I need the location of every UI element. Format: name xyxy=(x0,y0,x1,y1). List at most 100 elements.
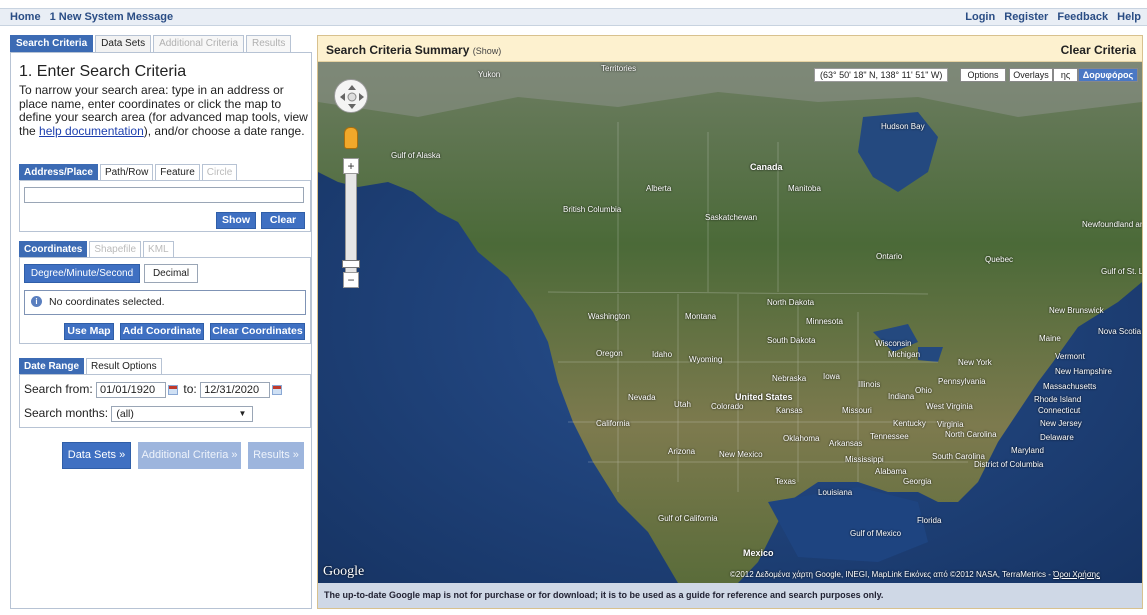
coordinates-message: i No coordinates selected. xyxy=(24,290,306,315)
map-label-south-dakota: South Dakota xyxy=(767,336,816,345)
show-button[interactable]: Show xyxy=(216,212,256,229)
map-label-gulf-of-alaska: Gulf of Alaska xyxy=(391,151,441,160)
satellite-map-image xyxy=(318,62,1142,583)
tab-date-range[interactable]: Date Range xyxy=(19,358,85,374)
map-label-alabama: Alabama xyxy=(875,467,907,476)
feedback-link[interactable]: Feedback xyxy=(1057,11,1108,23)
map-label-dc: District of Columbia xyxy=(974,460,1044,469)
date-from-input[interactable]: 01/01/1920 xyxy=(96,382,167,398)
search-from-label: Search from: xyxy=(24,382,93,397)
info-icon: i xyxy=(31,295,42,307)
map-options-button[interactable]: Options xyxy=(960,68,1006,82)
pan-control[interactable] xyxy=(334,79,368,113)
map-label-colorado: Colorado xyxy=(711,402,744,411)
street-view-pegman-icon[interactable] xyxy=(344,127,358,149)
tab-result-options[interactable]: Result Options xyxy=(86,358,162,374)
map-type-map-button[interactable]: ης xyxy=(1053,68,1078,82)
map-label-united-states: United States xyxy=(735,392,793,402)
tab-data-sets[interactable]: Data Sets xyxy=(95,35,152,52)
degree-minute-second-toggle[interactable]: Degree/Minute/Second xyxy=(24,264,140,283)
tab-address-place[interactable]: Address/Place xyxy=(19,164,98,180)
map-label-gulf-of-california: Gulf of California xyxy=(658,514,718,523)
map-type-satellite-button[interactable]: Δορυφόρος xyxy=(1078,68,1138,82)
address-tabs: Address/Place Path/Row Feature Circle xyxy=(19,164,238,180)
show-summary-link[interactable]: (Show) xyxy=(473,46,502,56)
map-label-canada: Canada xyxy=(750,162,783,172)
register-link[interactable]: Register xyxy=(1004,11,1048,23)
clear-criteria-link[interactable]: Clear Criteria xyxy=(1061,43,1136,57)
date-to-label: to: xyxy=(183,382,197,397)
home-link[interactable]: Home xyxy=(10,11,41,23)
map-label-gulf-of-mexico: Gulf of Mexico xyxy=(850,529,902,538)
search-months-label: Search months: xyxy=(24,406,109,421)
add-coordinate-button[interactable]: Add Coordinate xyxy=(120,323,204,340)
decimal-toggle[interactable]: Decimal xyxy=(144,264,198,283)
tab-circle[interactable]: Circle xyxy=(201,164,238,180)
zoom-in-button[interactable]: + xyxy=(343,158,359,174)
map-label-louisiana: Louisiana xyxy=(818,488,853,497)
map-label-north-dakota: North Dakota xyxy=(767,298,815,307)
tab-results[interactable]: Results xyxy=(246,35,292,52)
zoom-out-button[interactable]: − xyxy=(343,272,359,288)
map-label-arizona: Arizona xyxy=(668,447,696,456)
tab-search-criteria[interactable]: Search Criteria xyxy=(10,35,94,52)
login-link[interactable]: Login xyxy=(965,11,995,23)
address-input[interactable] xyxy=(24,187,304,203)
search-months-select[interactable]: (all) ▼ xyxy=(111,406,254,422)
calendar-icon[interactable] xyxy=(272,385,283,395)
system-message-link[interactable]: 1 New System Message xyxy=(50,11,174,23)
tab-path-row[interactable]: Path/Row xyxy=(99,164,154,180)
map-canvas[interactable]: Yukon Territories Hudson Bay Gulf of Ala… xyxy=(318,62,1142,583)
tab-shapefile[interactable]: Shapefile xyxy=(89,241,142,257)
map-label-maryland: Maryland xyxy=(1011,446,1044,455)
map-label-nebraska: Nebraska xyxy=(772,374,807,383)
map-overlays-button[interactable]: Overlays xyxy=(1009,68,1053,82)
tab-additional-criteria[interactable]: Additional Criteria xyxy=(153,35,245,52)
map-label-iowa: Iowa xyxy=(823,372,840,381)
map-label-utah: Utah xyxy=(674,400,691,409)
map-label-wisconsin: Wisconsin xyxy=(875,339,912,348)
date-to-input[interactable]: 12/31/2020 xyxy=(200,382,271,398)
map-label-idaho: Idaho xyxy=(652,350,673,359)
map-label-nevada: Nevada xyxy=(628,393,656,402)
map-panel: Search Criteria Summary (Show) Clear Cri… xyxy=(317,35,1143,609)
criteria-summary-title-text: Search Criteria Summary xyxy=(326,43,470,57)
map-label-florida: Florida xyxy=(917,516,942,525)
zoom-slider-thumb[interactable] xyxy=(342,260,360,268)
criteria-summary-title: Search Criteria Summary (Show) xyxy=(326,43,501,57)
map-label-delaware: Delaware xyxy=(1040,433,1074,442)
clear-address-button[interactable]: Clear xyxy=(261,212,305,229)
map-disclaimer: The up-to-date Google map is not for pur… xyxy=(318,583,1142,608)
date-box: Search from: 01/01/1920 to: 12/31/2020 S… xyxy=(19,374,311,428)
data-sets-nav-button[interactable]: Data Sets » xyxy=(62,442,131,469)
map-label-kansas: Kansas xyxy=(776,406,803,415)
map-attribution-text: ©2012 Δεδομένα χάρτη Google, INEGI, MapL… xyxy=(730,570,1051,579)
map-label-gulf-st-lawrence: Gulf of St. Lawrence xyxy=(1101,267,1142,276)
map-label-oregon: Oregon xyxy=(596,349,623,358)
map-label-tennessee: Tennessee xyxy=(870,432,909,441)
map-label-minnesota: Minnesota xyxy=(806,317,843,326)
tab-kml[interactable]: KML xyxy=(143,241,174,257)
map-label-manitoba: Manitoba xyxy=(788,184,821,193)
clear-coordinates-button[interactable]: Clear Coordinates xyxy=(210,323,305,340)
additional-criteria-nav-button[interactable]: Additional Criteria » xyxy=(138,442,241,469)
help-link[interactable]: Help xyxy=(1117,11,1141,23)
map-label-alberta: Alberta xyxy=(646,184,672,193)
map-label-mexico: Mexico xyxy=(743,548,774,558)
map-label-connecticut: Connecticut xyxy=(1038,406,1081,415)
main-tabs: Search Criteria Data Sets Additional Cri… xyxy=(10,35,312,52)
search-heading: 1. Enter Search Criteria xyxy=(19,63,187,80)
search-months-row: Search months: (all) ▼ xyxy=(24,406,254,422)
intro-text-2: ), and/or choose a date range. xyxy=(143,123,305,138)
terms-of-use-link[interactable]: Όροι Χρήσης xyxy=(1053,570,1100,579)
map-label-texas: Texas xyxy=(775,477,796,486)
tab-coordinates[interactable]: Coordinates xyxy=(19,241,88,257)
help-documentation-link[interactable]: help documentation xyxy=(39,124,144,138)
use-map-button[interactable]: Use Map xyxy=(64,323,114,340)
map-label-kentucky: Kentucky xyxy=(893,419,926,428)
tab-feature[interactable]: Feature xyxy=(155,164,200,180)
calendar-icon[interactable] xyxy=(168,385,179,395)
results-nav-button[interactable]: Results » xyxy=(248,442,304,469)
map-label-maine: Maine xyxy=(1039,334,1061,343)
search-panel: Search Criteria Data Sets Additional Cri… xyxy=(10,35,312,609)
